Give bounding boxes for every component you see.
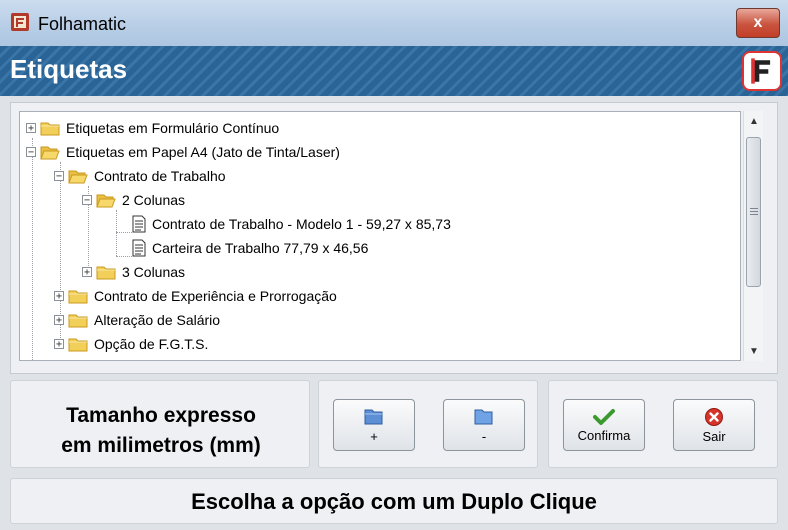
tree-item-label: Contrato de Experiência e Prorrogação — [94, 288, 337, 304]
size-info-text: Tamanho expresso em milimetros (mm) — [11, 401, 311, 461]
app-window: Folhamatic x Etiquetas + Etiquetas em Fo… — [0, 0, 788, 530]
confirm-label: Confirma — [577, 427, 631, 443]
grip-icon — [750, 211, 758, 212]
folder-open-icon — [364, 409, 383, 424]
tree-item-label: Carteira de Trabalho 77,79 x 46,56 — [152, 240, 369, 256]
action-buttons-box: Confirma Sair — [548, 380, 778, 468]
tree-item-label: 3 Colunas — [122, 264, 186, 280]
size-info-line2: em milimetros (mm) — [61, 434, 261, 457]
size-info-box: Tamanho expresso em milimetros (mm) — [10, 380, 310, 468]
folhamatic-logo-icon — [742, 51, 782, 91]
tree-connector — [32, 138, 33, 360]
folder-open-icon — [40, 146, 60, 160]
folder-icon — [474, 409, 493, 424]
tree-connector — [116, 210, 117, 256]
tree-item-label: 2 Colunas — [122, 192, 186, 208]
expand-all-button[interactable]: + — [333, 399, 415, 451]
expand-icon[interactable]: + — [82, 267, 92, 278]
tree-connector — [116, 256, 132, 257]
folder-open-icon — [68, 170, 88, 184]
collapse-icon[interactable]: − — [82, 195, 92, 206]
app-icon — [11, 13, 29, 31]
collapse-icon[interactable]: − — [26, 147, 36, 158]
tree-item-label: Contrato de Trabalho — [94, 168, 226, 184]
tree-item-label: Etiquetas em Formulário Contínuo — [66, 120, 280, 136]
tree-item-label: Opção de F.G.T.S. — [94, 336, 209, 352]
label-tree[interactable]: + Etiquetas em Formulário Contínuo − Eti… — [19, 111, 741, 361]
expand-all-label: + — [370, 428, 378, 444]
expand-icon[interactable]: + — [54, 315, 64, 326]
exit-button[interactable]: Sair — [673, 399, 755, 451]
document-icon — [132, 239, 146, 257]
tree-buttons-box: + - — [318, 380, 538, 468]
collapse-all-label: - — [481, 428, 487, 444]
grip-icon — [750, 208, 758, 209]
tree-item-label: Alteração de Salário — [94, 312, 221, 328]
tree-connector — [116, 232, 132, 233]
tree-item[interactable]: Contrato de Trabalho - Modelo 1 - 59,27 … — [132, 212, 451, 236]
header-band: Etiquetas — [0, 46, 788, 96]
folder-icon — [96, 266, 116, 280]
size-info-line1: Tamanho expresso — [66, 404, 256, 427]
folder-open-icon — [96, 194, 116, 208]
expand-icon[interactable]: + — [54, 339, 64, 350]
checkmark-icon — [593, 408, 615, 425]
scroll-thumb[interactable] — [746, 137, 761, 287]
folder-icon — [68, 338, 88, 352]
folder-icon — [40, 122, 60, 136]
close-button[interactable]: x — [736, 8, 780, 38]
tree-item[interactable]: + 3 Colunas — [82, 260, 185, 284]
page-title: Etiquetas — [10, 54, 128, 84]
expand-icon[interactable]: + — [54, 291, 64, 302]
expand-icon[interactable]: + — [26, 123, 36, 134]
vertical-scrollbar[interactable]: ▲ ▼ — [743, 111, 763, 361]
tree-item-label: Contrato de Trabalho - Modelo 1 - 59,27 … — [152, 216, 451, 232]
tree-item[interactable]: − Contrato de Trabalho — [54, 164, 226, 188]
scroll-up-icon[interactable]: ▲ — [744, 113, 764, 131]
confirm-button[interactable]: Confirma — [563, 399, 645, 451]
tree-item-label: Etiquetas em Papel A4 (Jato de Tinta/Las… — [66, 144, 340, 160]
window-title: Folhamatic — [38, 14, 127, 34]
exit-label: Sair — [702, 428, 726, 444]
cancel-icon — [705, 407, 723, 426]
collapse-icon[interactable]: − — [54, 171, 64, 182]
tree-item[interactable]: − 2 Colunas — [82, 188, 185, 212]
hint-box: Escolha a opção com um Duplo Clique — [10, 478, 778, 524]
tree-item[interactable]: − Etiquetas em Papel A4 (Jato de Tinta/L… — [26, 140, 340, 164]
bottom-toolbar: Tamanho expresso em milimetros (mm) + - … — [10, 380, 778, 468]
tree-item[interactable]: + Etiquetas em Formulário Contínuo — [26, 116, 279, 140]
collapse-all-button[interactable]: - — [443, 399, 525, 451]
document-icon — [132, 215, 146, 233]
scroll-down-icon[interactable]: ▼ — [744, 343, 764, 361]
tree-panel: + Etiquetas em Formulário Contínuo − Eti… — [10, 102, 778, 374]
hint-text: Escolha a opção com um Duplo Clique — [191, 489, 597, 514]
tree-item[interactable]: Carteira de Trabalho 77,79 x 46,56 — [132, 236, 368, 260]
tree-item[interactable]: + Contrato de Experiência e Prorrogação — [54, 284, 337, 308]
title-bar[interactable]: Folhamatic x — [0, 0, 788, 46]
folder-icon — [68, 314, 88, 328]
tree-item[interactable]: + Alteração de Salário — [54, 308, 220, 332]
close-icon: x — [753, 14, 763, 31]
tree-item[interactable]: + Opção de F.G.T.S. — [54, 332, 208, 356]
folder-icon — [68, 290, 88, 304]
grip-icon — [750, 214, 758, 215]
